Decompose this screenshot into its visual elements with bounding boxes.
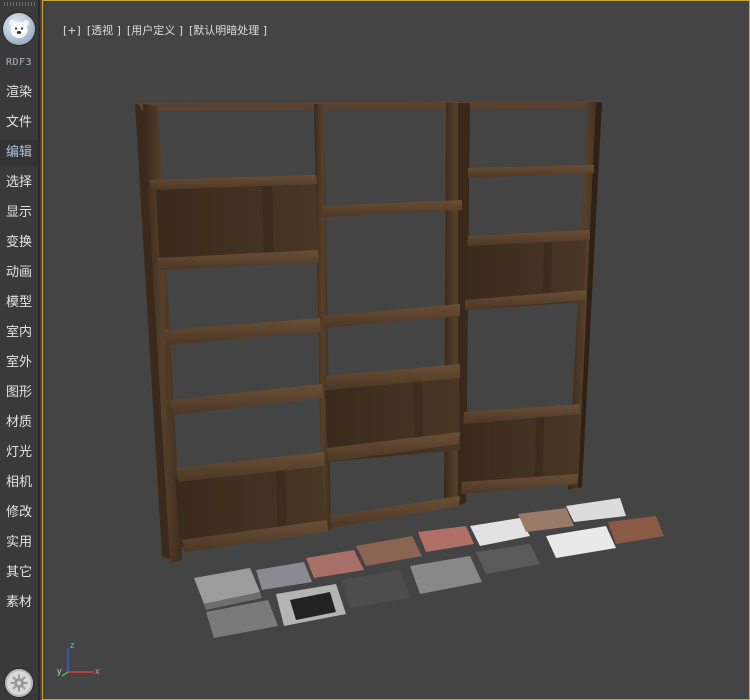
sidebar-item-modify[interactable]: 修改: [0, 500, 38, 526]
viewport-menu-shading[interactable]: [默认明暗处理 ]: [189, 24, 267, 37]
sidebar-item-material[interactable]: 材质: [0, 410, 38, 436]
sidebar-item-display[interactable]: 显示: [0, 200, 38, 226]
sidebar-item-transform[interactable]: 变换: [0, 230, 38, 256]
sidebar-item-exterior[interactable]: 室外: [0, 350, 38, 376]
axis-gizmo: z x y: [57, 640, 100, 677]
viewport-menu-plus[interactable]: [+]: [63, 24, 81, 37]
sidebar-item-utilities[interactable]: 实用: [0, 530, 38, 556]
sidebar-item-shapes[interactable]: 图形: [0, 380, 38, 406]
sidebar-item-animation[interactable]: 动画: [0, 260, 38, 286]
sidebar-item-assets[interactable]: 素材: [0, 590, 38, 616]
bear-logo-icon[interactable]: [3, 13, 35, 45]
command-sidebar: RDF3 渲染文件编辑选择显示变换动画模型室内室外图形材质灯光相机修改实用其它素…: [0, 0, 40, 700]
perspective-viewport[interactable]: [+] [透视 ] [用户定义 ] [默认明暗处理 ] z x y: [42, 0, 750, 700]
sidebar-item-edit[interactable]: 编辑: [0, 140, 38, 166]
sidebar-item-interior[interactable]: 室内: [0, 320, 38, 346]
axis-x-label: x: [95, 666, 100, 676]
viewport-menu-view[interactable]: [透视 ]: [87, 24, 121, 37]
axis-z-label: z: [70, 640, 75, 650]
sidebar-item-model[interactable]: 模型: [0, 290, 38, 316]
viewport-menu-custom[interactable]: [用户定义 ]: [127, 24, 183, 37]
scene-render: [135, 101, 664, 638]
viewport-label: [+] [透视 ] [用户定义 ] [默认明暗处理 ]: [49, 9, 273, 51]
sidebar-item-lights[interactable]: 灯光: [0, 440, 38, 466]
bookshelf-model: [135, 101, 602, 563]
drag-handle[interactable]: [4, 2, 36, 6]
gear-icon[interactable]: [5, 669, 33, 697]
axis-y-label: y: [57, 666, 62, 676]
sidebar-item-render[interactable]: 渲染: [0, 80, 38, 106]
sidebar-item-select[interactable]: 选择: [0, 170, 38, 196]
sidebar-item-other[interactable]: 其它: [0, 560, 38, 586]
sidebar-item-camera[interactable]: 相机: [0, 470, 38, 496]
brand-label: RDF3: [5, 57, 33, 68]
sidebar-item-file[interactable]: 文件: [0, 110, 38, 136]
